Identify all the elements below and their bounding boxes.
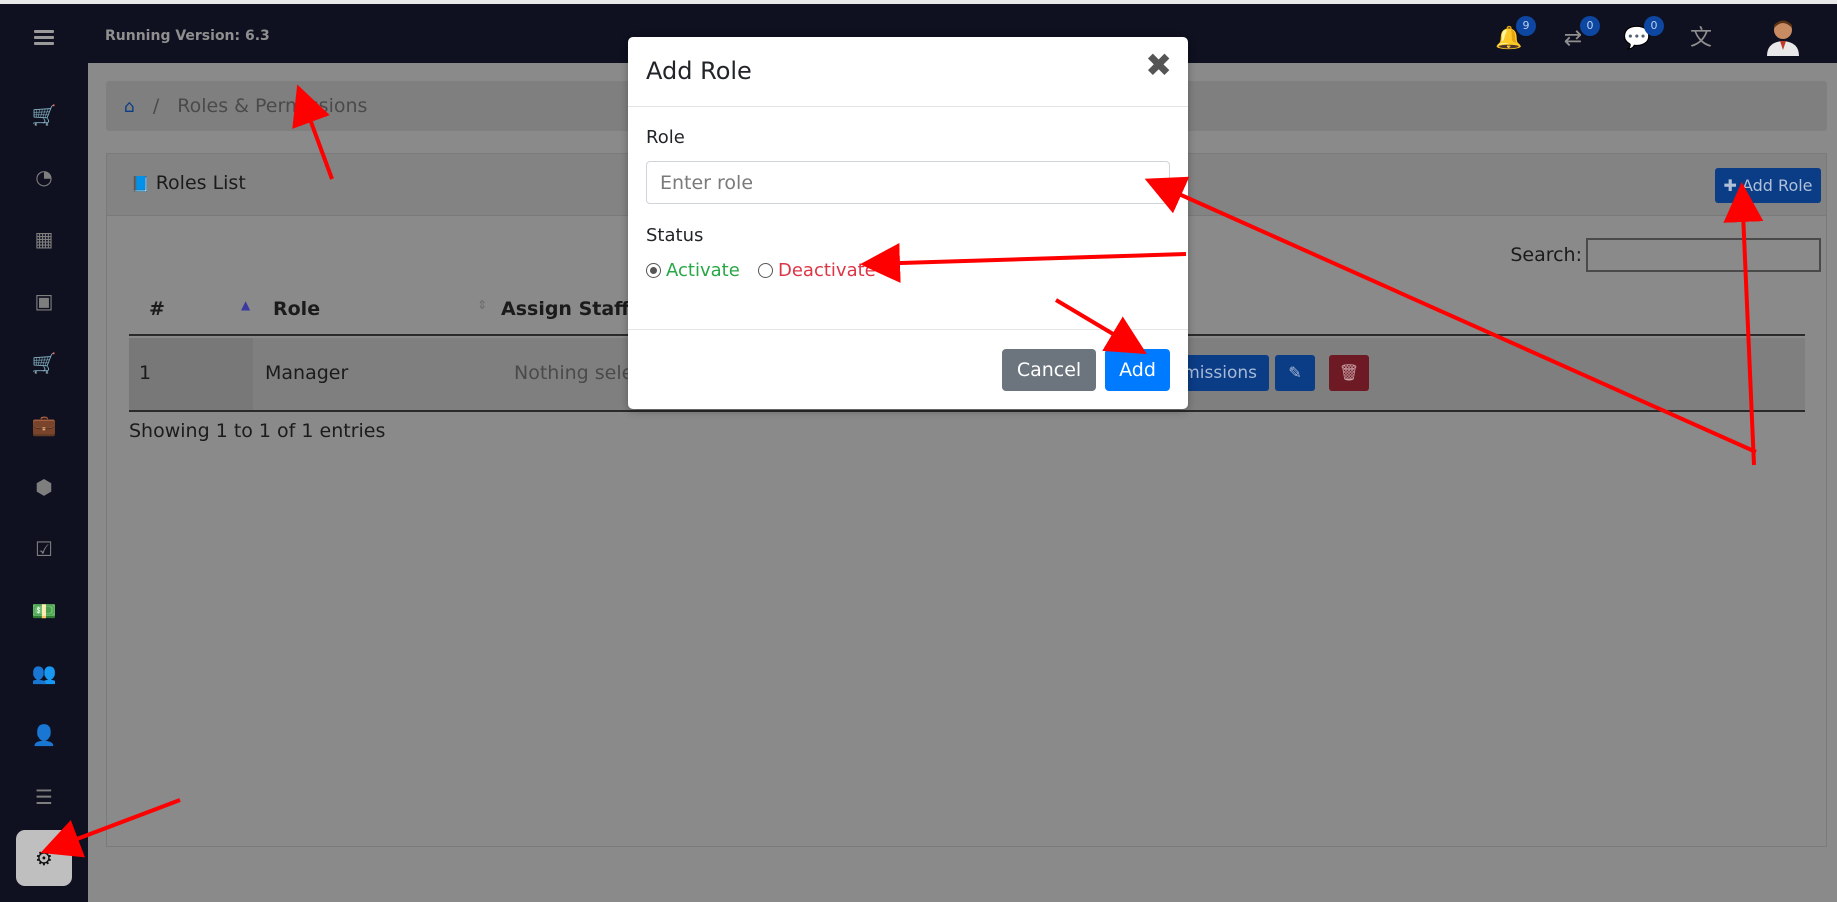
deactivate-radio[interactable] xyxy=(758,263,773,278)
transfer-icon[interactable]: ⇄ 0 xyxy=(1558,16,1600,54)
sidebar-item-cart-2[interactable]: 🛒 xyxy=(22,343,66,383)
add-role-modal: Add Role ✖ Role Status Activate Deactiva… xyxy=(628,37,1188,409)
transfer-badge: 0 xyxy=(1580,16,1600,36)
breadcrumb-separator: / xyxy=(152,95,160,117)
notification-badge: 9 xyxy=(1516,16,1536,36)
table-info: Showing 1 to 1 of 1 entries xyxy=(129,420,386,442)
sidebar-item-settings[interactable]: ⚙ xyxy=(16,830,72,886)
card-title: 📘 Roles List xyxy=(131,172,246,194)
modal-footer-divider xyxy=(628,329,1188,330)
row-role: Manager xyxy=(265,362,349,384)
search-input[interactable] xyxy=(1586,238,1821,272)
chat-badge: 0 xyxy=(1644,16,1664,36)
version-label: Running Version: 6.3 xyxy=(105,28,270,44)
menu-toggle-icon[interactable] xyxy=(34,30,54,45)
sidebar-item-briefcase[interactable]: 💼 xyxy=(22,405,66,445)
home-icon[interactable]: ⌂ xyxy=(124,97,135,117)
add-role-button[interactable]: ✚ Add Role xyxy=(1715,168,1821,203)
bell-icon[interactable]: 🔔 9 xyxy=(1494,16,1536,54)
sidebar-item-calendar-check[interactable]: ☑ xyxy=(22,529,66,569)
avatar[interactable] xyxy=(1765,16,1801,56)
translate-icon[interactable]: 文 xyxy=(1686,24,1716,54)
deactivate-label[interactable]: Deactivate xyxy=(778,260,876,281)
sort-asc-icon[interactable]: ▲ xyxy=(241,298,250,312)
assign-staff-select[interactable]: Nothing selec xyxy=(514,362,644,384)
permissions-button[interactable]: missions xyxy=(1179,355,1269,391)
role-label: Role xyxy=(646,127,685,148)
close-icon[interactable]: ✖ xyxy=(1145,49,1172,81)
edit-icon[interactable]: ✎ xyxy=(1275,355,1315,391)
book-icon: 📘 xyxy=(131,175,150,193)
modal-divider xyxy=(628,106,1188,107)
status-label: Status xyxy=(646,225,704,246)
sidebar-item-money[interactable]: 💵 xyxy=(22,591,66,631)
sidebar-item-calendar-plus[interactable]: ▣ xyxy=(22,281,66,321)
sidebar-item-cubes[interactable]: ⬢ xyxy=(22,467,66,507)
header-num[interactable]: # xyxy=(149,298,165,320)
sidebar-item-list[interactable]: ☰ xyxy=(22,777,66,817)
chat-icon[interactable]: 💬 0 xyxy=(1622,16,1664,54)
cancel-button[interactable]: Cancel xyxy=(1002,349,1096,391)
sidebar-item-users[interactable]: 👥 xyxy=(22,653,66,693)
delete-icon[interactable]: 🗑 xyxy=(1329,355,1369,391)
sidebar: 🛒 ◔ ▦ ▣ 🛒 💼 ⬢ ☑ 💵 👥 👤 ☰ ⚙ xyxy=(0,63,88,902)
search-label: Search: xyxy=(1510,244,1582,266)
sidebar-item-user[interactable]: 👤 xyxy=(22,715,66,755)
role-input[interactable] xyxy=(646,161,1170,204)
activate-radio[interactable] xyxy=(646,263,661,278)
header-assign-staff[interactable]: Assign Staff xyxy=(501,298,630,320)
sidebar-item-dashboard[interactable]: ◔ xyxy=(22,157,66,197)
modal-title: Add Role xyxy=(646,57,752,85)
row-num: 1 xyxy=(139,362,152,384)
header-role[interactable]: Role xyxy=(273,298,320,320)
sidebar-item-cart[interactable]: 🛒 xyxy=(22,95,66,135)
sidebar-item-calendar[interactable]: ▦ xyxy=(22,219,66,259)
add-button[interactable]: Add xyxy=(1105,349,1170,391)
activate-label[interactable]: Activate xyxy=(666,260,740,281)
sort-icon[interactable]: ⇕ xyxy=(477,298,487,312)
breadcrumb-current: Roles & Permissions xyxy=(177,95,368,117)
